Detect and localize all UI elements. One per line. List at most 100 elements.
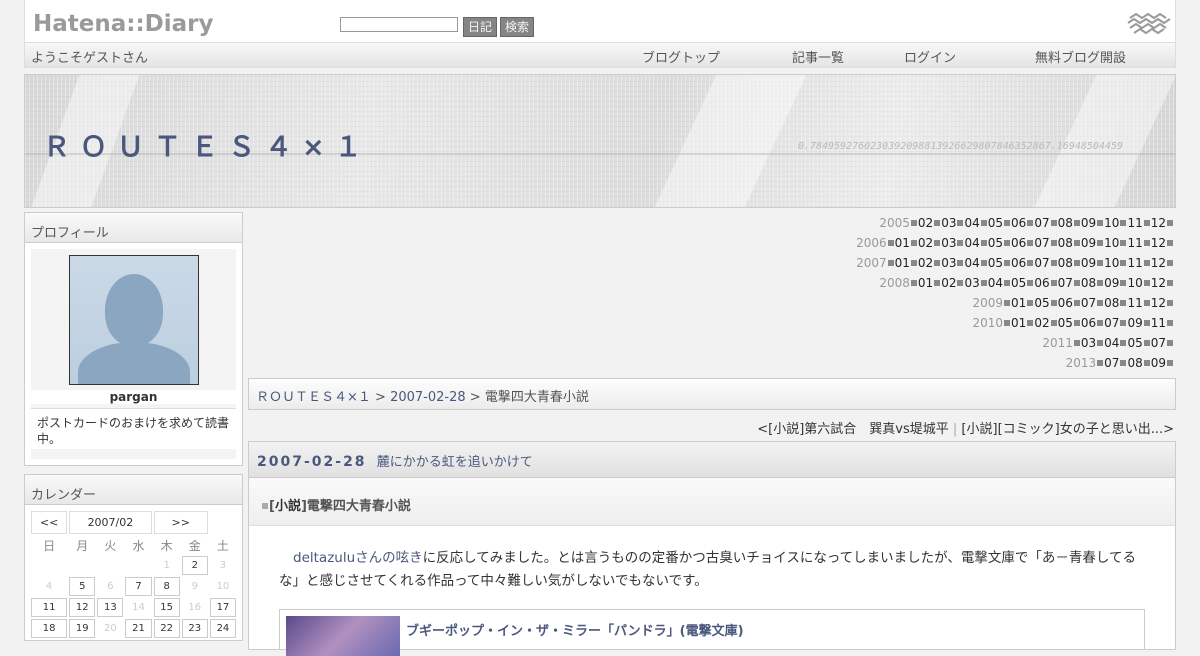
calendar-month[interactable]: 2007/02	[69, 511, 152, 534]
calendar-day[interactable]: 18	[31, 619, 68, 638]
archive-month-link[interactable]: 04	[988, 276, 1003, 290]
archive-year-link[interactable]: 2013	[1066, 356, 1097, 370]
archive-month-link[interactable]: 07	[1034, 236, 1049, 250]
calendar-day[interactable]: 19	[69, 619, 96, 638]
archive-month-link[interactable]: 11	[1127, 256, 1142, 270]
archive-month-link[interactable]: 07	[1151, 336, 1166, 350]
archive-month-link[interactable]: 11	[1127, 216, 1142, 230]
archive-month-link[interactable]: 09	[1081, 256, 1096, 270]
section-title[interactable]: 電撃四大青春小説	[307, 499, 411, 514]
hatena-diary-logo[interactable]: Hatena::Diary	[33, 11, 214, 37]
archive-month-link[interactable]: 01	[1011, 316, 1026, 330]
archive-month-link[interactable]: 02	[918, 236, 933, 250]
calendar-day[interactable]: 17	[209, 598, 236, 617]
archive-month-link[interactable]: 08	[1127, 356, 1142, 370]
nav-login[interactable]: ログイン	[904, 47, 956, 66]
archive-month-link[interactable]: 02	[918, 216, 933, 230]
archive-month-link[interactable]: 12	[1151, 236, 1166, 250]
archive-month-link[interactable]: 11	[1127, 296, 1142, 310]
profile-name[interactable]: pargan	[31, 390, 236, 404]
archive-year-link[interactable]: 2009	[972, 296, 1003, 310]
next-entry-link[interactable]: [小説][コミック]女の子と思い出...>	[961, 422, 1174, 437]
archive-month-link[interactable]: 05	[988, 236, 1003, 250]
archive-month-link[interactable]: 12	[1151, 296, 1166, 310]
calendar-day[interactable]: 15	[153, 598, 180, 617]
avatar[interactable]	[68, 255, 199, 385]
day-date[interactable]: 2007-02-28	[257, 454, 367, 470]
archive-month-link[interactable]: 06	[1011, 256, 1026, 270]
breadcrumb-date-link[interactable]: 2007-02-28	[390, 390, 466, 405]
book-cover-image[interactable]	[286, 616, 400, 656]
archive-month-link[interactable]: 02	[1034, 316, 1049, 330]
nav-blog-top[interactable]: ブログトップ	[642, 47, 720, 66]
prev-entry-link[interactable]: <[小説]第六試合 巽真vs堤城平	[757, 422, 949, 437]
archive-month-link[interactable]: 10	[1127, 276, 1142, 290]
archive-month-link[interactable]: 04	[964, 216, 979, 230]
archive-month-link[interactable]: 05	[1011, 276, 1026, 290]
archive-month-link[interactable]: 08	[1058, 256, 1073, 270]
archive-month-link[interactable]: 05	[988, 256, 1003, 270]
archive-month-link[interactable]: 01	[918, 276, 933, 290]
archive-month-link[interactable]: 06	[1011, 236, 1026, 250]
archive-month-link[interactable]: 09	[1127, 316, 1142, 330]
archive-month-link[interactable]: 05	[1127, 336, 1142, 350]
archive-month-link[interactable]: 01	[895, 236, 910, 250]
archive-month-link[interactable]: 06	[1081, 316, 1096, 330]
archive-month-link[interactable]: 10	[1104, 216, 1119, 230]
archive-month-link[interactable]: 11	[1151, 316, 1166, 330]
calendar-day[interactable]: 2	[181, 556, 208, 575]
archive-month-link[interactable]: 02	[918, 256, 933, 270]
calendar-day[interactable]: 22	[153, 619, 180, 638]
diary-search-button[interactable]: 日記	[463, 17, 498, 37]
archive-month-link[interactable]: 04	[964, 256, 979, 270]
archive-month-link[interactable]: 03	[964, 276, 979, 290]
archive-month-link[interactable]: 01	[1011, 296, 1026, 310]
hatena-emblem-icon[interactable]	[1126, 10, 1172, 36]
archive-month-link[interactable]: 07	[1081, 296, 1096, 310]
archive-month-link[interactable]: 06	[1034, 276, 1049, 290]
archive-month-link[interactable]: 11	[1127, 236, 1142, 250]
archive-month-link[interactable]: 07	[1058, 276, 1073, 290]
archive-month-link[interactable]: 09	[1151, 356, 1166, 370]
category-link[interactable]: 小説	[275, 499, 301, 514]
archive-month-link[interactable]: 04	[1104, 336, 1119, 350]
search-button[interactable]: 検索	[500, 17, 535, 37]
archive-month-link[interactable]: 08	[1058, 216, 1073, 230]
archive-month-link[interactable]: 07	[1034, 216, 1049, 230]
archive-month-link[interactable]: 12	[1151, 216, 1166, 230]
archive-month-link[interactable]: 07	[1104, 356, 1119, 370]
calendar-day[interactable]: 7	[125, 577, 152, 596]
archive-month-link[interactable]: 05	[988, 216, 1003, 230]
archive-month-link[interactable]: 05	[1034, 296, 1049, 310]
body-link[interactable]: deltazuluさんの呟き	[293, 550, 423, 566]
archive-year-link[interactable]: 2008	[879, 276, 910, 290]
search-input[interactable]	[340, 17, 458, 32]
archive-month-link[interactable]: 06	[1058, 296, 1073, 310]
nav-create-blog[interactable]: 無料ブログ開設	[1035, 47, 1126, 66]
breadcrumb-blog-link[interactable]: ＲＯＵＴＥＳ４×１	[256, 390, 371, 405]
calendar-next-month[interactable]: >>	[153, 511, 208, 534]
calendar-day[interactable]: 21	[125, 619, 152, 638]
archive-month-link[interactable]: 06	[1011, 216, 1026, 230]
calendar-day[interactable]: 24	[209, 619, 236, 638]
archive-month-link[interactable]: 08	[1058, 236, 1073, 250]
archive-month-link[interactable]: 08	[1104, 296, 1119, 310]
archive-month-link[interactable]: 09	[1081, 236, 1096, 250]
calendar-day[interactable]: 23	[181, 619, 208, 638]
archive-month-link[interactable]: 07	[1104, 316, 1119, 330]
archive-year-link[interactable]: 2007	[856, 256, 887, 270]
archive-year-link[interactable]: 2010	[972, 316, 1003, 330]
archive-year-link[interactable]: 2011	[1042, 336, 1073, 350]
archive-month-link[interactable]: 08	[1081, 276, 1096, 290]
archive-month-link[interactable]: 03	[941, 256, 956, 270]
archive-month-link[interactable]: 03	[941, 236, 956, 250]
archive-month-link[interactable]: 10	[1104, 256, 1119, 270]
archive-month-link[interactable]: 01	[895, 256, 910, 270]
archive-month-link[interactable]: 05	[1058, 316, 1073, 330]
archive-month-link[interactable]: 04	[964, 236, 979, 250]
archive-month-link[interactable]: 10	[1104, 236, 1119, 250]
calendar-day[interactable]: 13	[97, 598, 124, 617]
blog-title[interactable]: ＲＯＵＴＥＳ４×１	[43, 125, 372, 164]
calendar-day[interactable]: 12	[69, 598, 96, 617]
archive-month-link[interactable]: 03	[941, 216, 956, 230]
